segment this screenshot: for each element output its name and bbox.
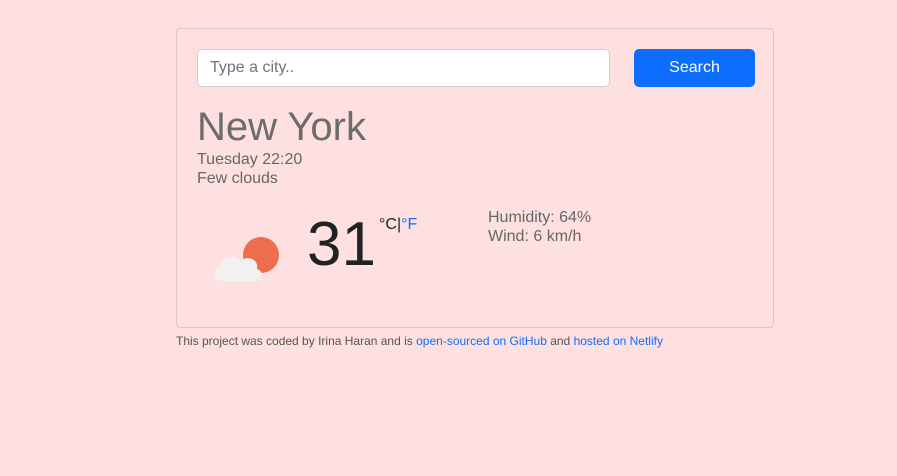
- weather-details: Humidity: 64% Wind: 6 km/h: [488, 208, 591, 246]
- weather-card: Search New York Tuesday 22:20 Few clouds…: [176, 28, 774, 328]
- search-button[interactable]: Search: [634, 49, 755, 87]
- temperature-value: 31: [307, 210, 376, 279]
- footer-middle: and: [546, 334, 574, 348]
- few-clouds-night-icon: [211, 229, 283, 287]
- humidity: Humidity: 64%: [488, 209, 592, 226]
- date-time: Tuesday 22:20: [197, 151, 303, 168]
- city-search-input[interactable]: [197, 49, 610, 87]
- fahrenheit-link[interactable]: °F: [401, 216, 417, 233]
- celsius-unit: °C: [379, 216, 397, 233]
- footer: This project was coded by Irina Haran an…: [176, 334, 663, 349]
- unit-toggle: °C|°F: [379, 215, 417, 235]
- footer-prefix: This project was coded by Irina Haran an…: [176, 334, 417, 348]
- city-name: New York: [197, 105, 366, 149]
- wind-speed: Wind: 6 km/h: [488, 228, 582, 245]
- netlify-link[interactable]: hosted on Netlify: [574, 334, 663, 348]
- weather-description: Few clouds: [197, 170, 278, 187]
- github-link[interactable]: open-sourced on GitHub: [416, 334, 547, 348]
